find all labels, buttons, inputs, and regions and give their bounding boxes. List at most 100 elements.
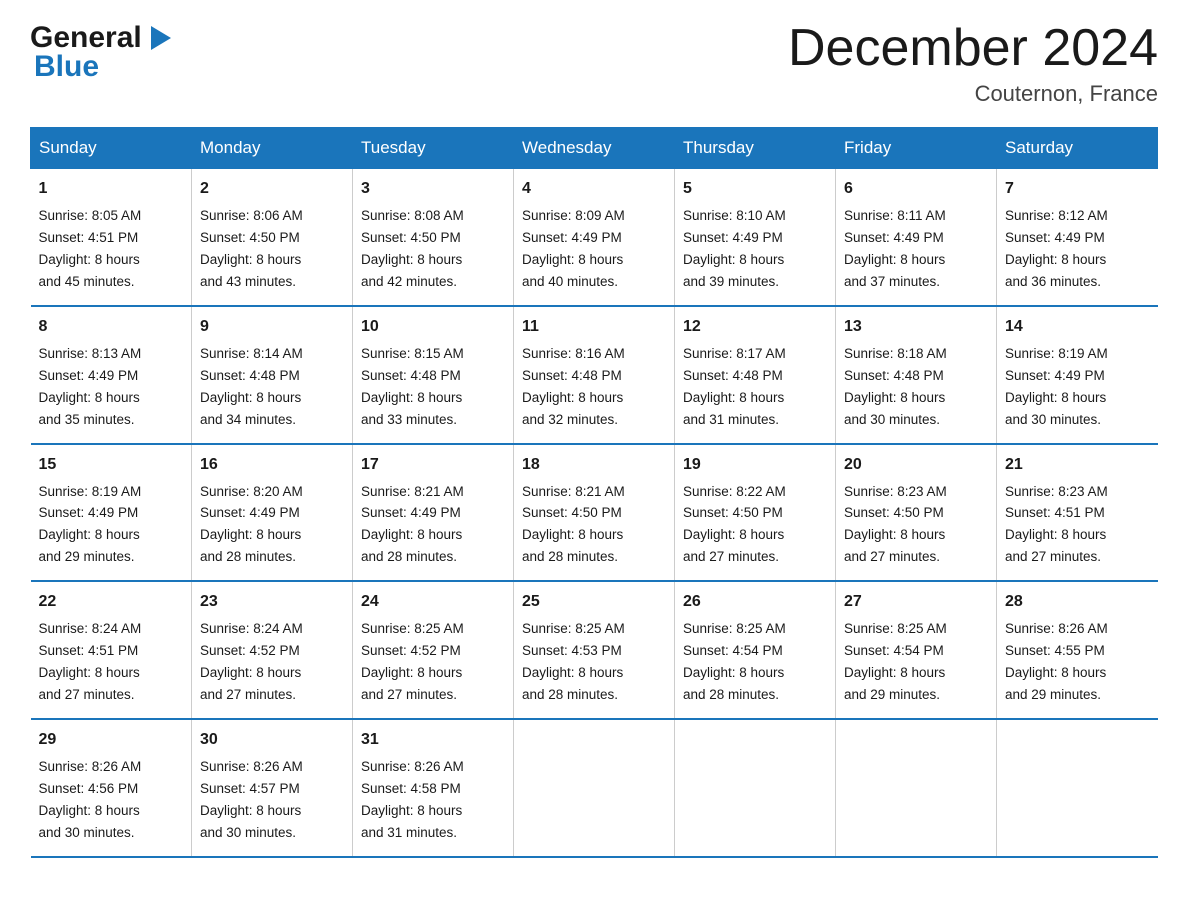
day-info: Sunrise: 8:12 AMSunset: 4:49 PMDaylight:…: [1005, 208, 1108, 289]
day-number: 22: [39, 590, 184, 614]
table-row: 11 Sunrise: 8:16 AMSunset: 4:48 PMDaylig…: [514, 306, 675, 444]
day-info: Sunrise: 8:18 AMSunset: 4:48 PMDaylight:…: [844, 346, 947, 427]
day-info: Sunrise: 8:06 AMSunset: 4:50 PMDaylight:…: [200, 208, 303, 289]
day-info: Sunrise: 8:08 AMSunset: 4:50 PMDaylight:…: [361, 208, 464, 289]
logo: General Blue: [30, 20, 180, 84]
table-row: 28 Sunrise: 8:26 AMSunset: 4:55 PMDaylig…: [997, 581, 1158, 719]
day-number: 21: [1005, 453, 1150, 477]
day-number: 23: [200, 590, 344, 614]
day-info: Sunrise: 8:21 AMSunset: 4:49 PMDaylight:…: [361, 484, 464, 565]
day-number: 1: [39, 177, 184, 201]
table-row: 10 Sunrise: 8:15 AMSunset: 4:48 PMDaylig…: [353, 306, 514, 444]
day-number: 13: [844, 315, 988, 339]
table-row: 1 Sunrise: 8:05 AMSunset: 4:51 PMDayligh…: [31, 169, 192, 306]
day-number: 19: [683, 453, 827, 477]
day-number: 15: [39, 453, 184, 477]
day-info: Sunrise: 8:20 AMSunset: 4:49 PMDaylight:…: [200, 484, 303, 565]
day-info: Sunrise: 8:25 AMSunset: 4:52 PMDaylight:…: [361, 621, 464, 702]
day-number: 16: [200, 453, 344, 477]
table-row: 18 Sunrise: 8:21 AMSunset: 4:50 PMDaylig…: [514, 444, 675, 582]
day-number: 12: [683, 315, 827, 339]
table-row: 31 Sunrise: 8:26 AMSunset: 4:58 PMDaylig…: [353, 719, 514, 857]
day-info: Sunrise: 8:09 AMSunset: 4:49 PMDaylight:…: [522, 208, 625, 289]
day-info: Sunrise: 8:13 AMSunset: 4:49 PMDaylight:…: [39, 346, 142, 427]
day-number: 5: [683, 177, 827, 201]
day-info: Sunrise: 8:22 AMSunset: 4:50 PMDaylight:…: [683, 484, 786, 565]
day-info: Sunrise: 8:15 AMSunset: 4:48 PMDaylight:…: [361, 346, 464, 427]
table-row: 13 Sunrise: 8:18 AMSunset: 4:48 PMDaylig…: [836, 306, 997, 444]
day-info: Sunrise: 8:21 AMSunset: 4:50 PMDaylight:…: [522, 484, 625, 565]
day-info: Sunrise: 8:14 AMSunset: 4:48 PMDaylight:…: [200, 346, 303, 427]
day-number: 11: [522, 315, 666, 339]
day-info: Sunrise: 8:23 AMSunset: 4:51 PMDaylight:…: [1005, 484, 1108, 565]
day-info: Sunrise: 8:19 AMSunset: 4:49 PMDaylight:…: [1005, 346, 1108, 427]
day-info: Sunrise: 8:11 AMSunset: 4:49 PMDaylight:…: [844, 208, 946, 289]
day-info: Sunrise: 8:17 AMSunset: 4:48 PMDaylight:…: [683, 346, 786, 427]
col-saturday: Saturday: [997, 128, 1158, 169]
day-number: 3: [361, 177, 505, 201]
table-row: 30 Sunrise: 8:26 AMSunset: 4:57 PMDaylig…: [192, 719, 353, 857]
day-number: 6: [844, 177, 988, 201]
day-number: 10: [361, 315, 505, 339]
calendar-week-row: 22 Sunrise: 8:24 AMSunset: 4:51 PMDaylig…: [31, 581, 1158, 719]
day-number: 30: [200, 728, 344, 752]
col-friday: Friday: [836, 128, 997, 169]
table-row: 29 Sunrise: 8:26 AMSunset: 4:56 PMDaylig…: [31, 719, 192, 857]
table-row: [997, 719, 1158, 857]
day-number: 31: [361, 728, 505, 752]
table-row: 5 Sunrise: 8:10 AMSunset: 4:49 PMDayligh…: [675, 169, 836, 306]
table-row: 22 Sunrise: 8:24 AMSunset: 4:51 PMDaylig…: [31, 581, 192, 719]
table-row: 6 Sunrise: 8:11 AMSunset: 4:49 PMDayligh…: [836, 169, 997, 306]
day-number: 14: [1005, 315, 1150, 339]
day-info: Sunrise: 8:26 AMSunset: 4:56 PMDaylight:…: [39, 759, 142, 840]
table-row: 23 Sunrise: 8:24 AMSunset: 4:52 PMDaylig…: [192, 581, 353, 719]
day-number: 20: [844, 453, 988, 477]
table-row: 7 Sunrise: 8:12 AMSunset: 4:49 PMDayligh…: [997, 169, 1158, 306]
col-monday: Monday: [192, 128, 353, 169]
day-number: 9: [200, 315, 344, 339]
day-info: Sunrise: 8:23 AMSunset: 4:50 PMDaylight:…: [844, 484, 947, 565]
calendar-week-row: 8 Sunrise: 8:13 AMSunset: 4:49 PMDayligh…: [31, 306, 1158, 444]
day-number: 4: [522, 177, 666, 201]
day-number: 8: [39, 315, 184, 339]
day-info: Sunrise: 8:05 AMSunset: 4:51 PMDaylight:…: [39, 208, 142, 289]
table-row: 9 Sunrise: 8:14 AMSunset: 4:48 PMDayligh…: [192, 306, 353, 444]
location-subtitle: Couternon, France: [788, 81, 1158, 107]
calendar-week-row: 1 Sunrise: 8:05 AMSunset: 4:51 PMDayligh…: [31, 169, 1158, 306]
title-area: December 2024 Couternon, France: [788, 20, 1158, 107]
table-row: 17 Sunrise: 8:21 AMSunset: 4:49 PMDaylig…: [353, 444, 514, 582]
day-number: 24: [361, 590, 505, 614]
table-row: 25 Sunrise: 8:25 AMSunset: 4:53 PMDaylig…: [514, 581, 675, 719]
day-number: 28: [1005, 590, 1150, 614]
table-row: 26 Sunrise: 8:25 AMSunset: 4:54 PMDaylig…: [675, 581, 836, 719]
day-info: Sunrise: 8:25 AMSunset: 4:54 PMDaylight:…: [844, 621, 947, 702]
table-row: 21 Sunrise: 8:23 AMSunset: 4:51 PMDaylig…: [997, 444, 1158, 582]
day-info: Sunrise: 8:16 AMSunset: 4:48 PMDaylight:…: [522, 346, 625, 427]
table-row: 4 Sunrise: 8:09 AMSunset: 4:49 PMDayligh…: [514, 169, 675, 306]
day-number: 25: [522, 590, 666, 614]
calendar-week-row: 15 Sunrise: 8:19 AMSunset: 4:49 PMDaylig…: [31, 444, 1158, 582]
day-info: Sunrise: 8:26 AMSunset: 4:55 PMDaylight:…: [1005, 621, 1108, 702]
table-row: 16 Sunrise: 8:20 AMSunset: 4:49 PMDaylig…: [192, 444, 353, 582]
col-sunday: Sunday: [31, 128, 192, 169]
logo-blue-text: Blue: [34, 50, 99, 83]
page-header: General Blue December 2024 Couternon, Fr…: [30, 20, 1158, 107]
day-info: Sunrise: 8:25 AMSunset: 4:54 PMDaylight:…: [683, 621, 786, 702]
day-info: Sunrise: 8:24 AMSunset: 4:51 PMDaylight:…: [39, 621, 142, 702]
table-row: 27 Sunrise: 8:25 AMSunset: 4:54 PMDaylig…: [836, 581, 997, 719]
month-title: December 2024: [788, 20, 1158, 77]
table-row: 20 Sunrise: 8:23 AMSunset: 4:50 PMDaylig…: [836, 444, 997, 582]
calendar-header-row: Sunday Monday Tuesday Wednesday Thursday…: [31, 128, 1158, 169]
table-row: 2 Sunrise: 8:06 AMSunset: 4:50 PMDayligh…: [192, 169, 353, 306]
day-info: Sunrise: 8:25 AMSunset: 4:53 PMDaylight:…: [522, 621, 625, 702]
day-number: 29: [39, 728, 184, 752]
table-row: 19 Sunrise: 8:22 AMSunset: 4:50 PMDaylig…: [675, 444, 836, 582]
table-row: [675, 719, 836, 857]
table-row: 15 Sunrise: 8:19 AMSunset: 4:49 PMDaylig…: [31, 444, 192, 582]
table-row: [836, 719, 997, 857]
calendar-table: Sunday Monday Tuesday Wednesday Thursday…: [30, 127, 1158, 857]
col-thursday: Thursday: [675, 128, 836, 169]
table-row: 12 Sunrise: 8:17 AMSunset: 4:48 PMDaylig…: [675, 306, 836, 444]
day-number: 2: [200, 177, 344, 201]
col-wednesday: Wednesday: [514, 128, 675, 169]
